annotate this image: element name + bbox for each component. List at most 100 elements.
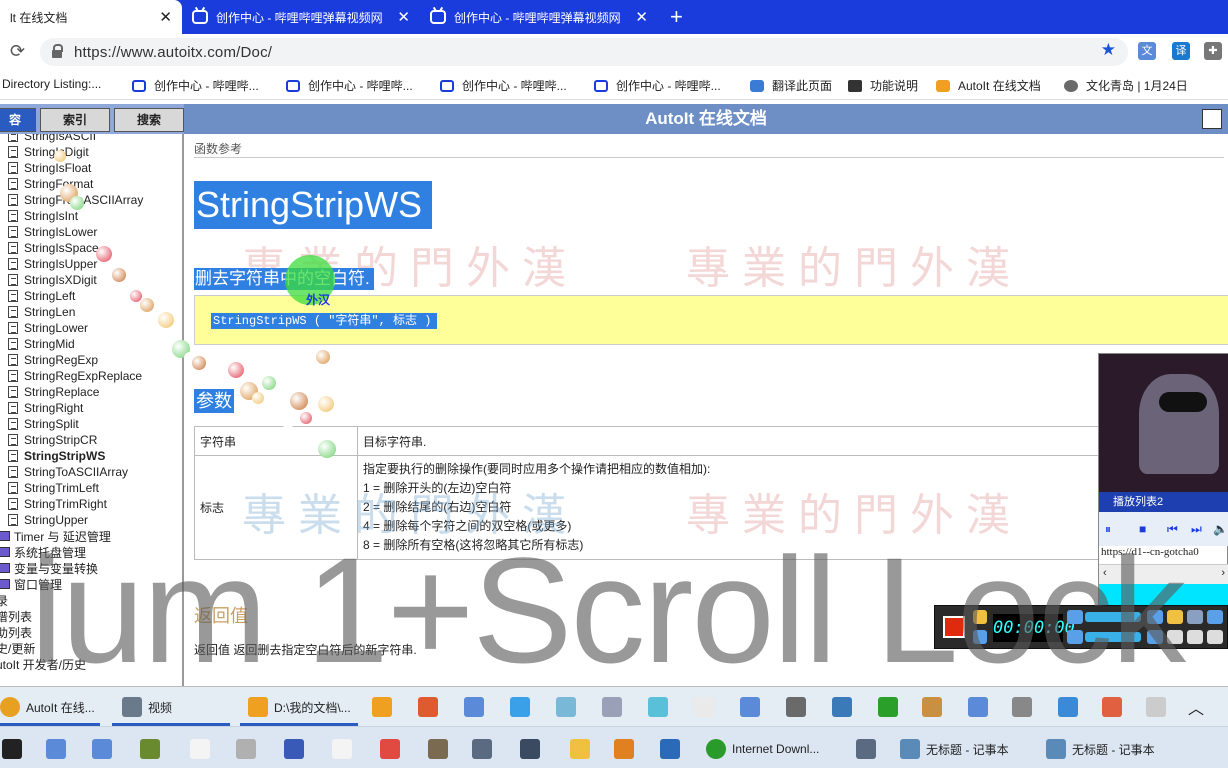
app-icon[interactable] — [190, 739, 210, 759]
tab-autoit-docs[interactable]: lt 在线文档 ✕ — [0, 0, 182, 34]
taskbar-item-video[interactable]: 视频 — [122, 697, 172, 717]
tree-item[interactable]: StringMid — [8, 336, 75, 352]
app-icon[interactable] — [464, 697, 484, 717]
app-icon[interactable] — [648, 697, 668, 717]
tab-contents[interactable]: 容 — [0, 108, 36, 132]
taskbar-item-notepad-1[interactable]: 无标题 - 记事本 — [900, 739, 1009, 759]
tree-item[interactable]: StringLen — [8, 304, 75, 320]
app-icon[interactable] — [856, 739, 876, 759]
app-icon[interactable] — [380, 739, 400, 759]
tab-index[interactable]: 索引 — [40, 108, 110, 132]
tree-item[interactable]: StringReplace — [8, 384, 99, 400]
tree-item[interactable]: StringTrimLeft — [8, 480, 99, 496]
url-text[interactable]: https://www.autoitx.com/Doc/ — [74, 44, 272, 61]
app-icon[interactable] — [284, 739, 304, 759]
tree-item[interactable]: StringRegExp — [8, 352, 98, 368]
app-icon[interactable] — [92, 739, 112, 759]
app-icon[interactable] — [140, 739, 160, 759]
tree-item[interactable]: StringTrimRight — [8, 496, 107, 512]
close-icon[interactable]: ✕ — [159, 8, 172, 26]
app-icon[interactable] — [740, 697, 760, 717]
breadcrumb[interactable]: 函数参考 — [194, 140, 242, 157]
tree-item[interactable]: 录 — [0, 592, 8, 608]
bookmark-bilibili-1[interactable]: 创作中心 - 哔哩哔... — [132, 77, 259, 94]
tree-item[interactable]: StringRegExpReplace — [8, 368, 142, 384]
app-icon[interactable] — [614, 739, 634, 759]
app-icon[interactable] — [878, 697, 898, 717]
tree-item[interactable]: StringLower — [8, 320, 88, 336]
app-icon[interactable] — [694, 697, 714, 717]
taskbar-item-autoit-docs[interactable]: AutoIt 在线... — [0, 697, 95, 717]
app-icon[interactable] — [1012, 697, 1032, 717]
bookmark-bilibili-4[interactable]: 创作中心 - 哔哩哔... — [594, 77, 721, 94]
tree-item[interactable]: StringIsXDigit — [8, 272, 97, 288]
address-bar[interactable]: https://www.autoitx.com/Doc/ — [40, 38, 1128, 66]
tree-item[interactable]: StringStripWS — [8, 448, 105, 464]
bookmark-feature-description[interactable]: 功能说明 — [848, 77, 918, 94]
tree-item[interactable]: StringIsASCII — [8, 134, 96, 144]
next-icon[interactable]: ⏭ — [1191, 522, 1202, 537]
tree-item[interactable]: StringIsLower — [8, 224, 97, 240]
taskbar-item-notepad-2[interactable]: 无标题 - 记事本 — [1046, 739, 1155, 759]
app-icon[interactable] — [556, 697, 576, 717]
app-icon[interactable] — [472, 739, 492, 759]
app-icon[interactable] — [660, 739, 680, 759]
tree-item[interactable]: StringRight — [8, 400, 83, 416]
app-icon[interactable] — [236, 739, 256, 759]
window-icon[interactable] — [1187, 630, 1203, 644]
app-icon[interactable] — [418, 697, 438, 717]
tree-item[interactable]: StringStripCR — [8, 432, 97, 448]
tree-item[interactable]: StringToASCIIArray — [8, 464, 128, 480]
tree-item[interactable]: 助列表 — [0, 624, 32, 640]
taskbar-item-internet-download[interactable]: Internet Downl... — [706, 739, 819, 759]
tree-item[interactable]: StringFormat — [8, 176, 93, 192]
app-icon[interactable] — [510, 697, 530, 717]
taskbar-item-documents-folder[interactable]: D:\我的文档\... — [248, 697, 351, 717]
bookmark-bilibili-3[interactable]: 创作中心 - 哔哩哔... — [440, 77, 567, 94]
gear-icon[interactable] — [1187, 610, 1203, 624]
app-icon[interactable] — [372, 697, 392, 717]
app-icon[interactable] — [832, 697, 852, 717]
app-icon[interactable] — [602, 697, 622, 717]
tree-item[interactable]: StringIsUpper — [8, 256, 97, 272]
extensions-puzzle-icon[interactable]: ✚ — [1204, 42, 1222, 60]
close-icon[interactable]: ✕ — [635, 8, 648, 26]
app-icon[interactable] — [520, 739, 540, 759]
volume-icon[interactable]: 🔈 — [1213, 522, 1228, 536]
chevron-up-icon[interactable]: ︿ — [1188, 695, 1204, 719]
lock-icon[interactable] — [52, 44, 63, 58]
scroll-right-icon[interactable]: › — [1221, 567, 1225, 579]
app-icon[interactable] — [570, 739, 590, 759]
tree-item[interactable]: StringSplit — [8, 416, 79, 432]
tab-bilibili-2[interactable]: 创作中心 - 哔哩哔哩弹幕视频网 ✕ — [420, 0, 658, 34]
bookmark-star-icon[interactable]: ★ — [1101, 40, 1116, 60]
app-icon[interactable] — [1102, 697, 1122, 717]
tree-item[interactable]: StringIsDigit — [8, 144, 89, 160]
close-icon[interactable]: ✕ — [397, 8, 410, 26]
playlist-label[interactable]: 播放列表2 — [1099, 492, 1228, 512]
reload-icon[interactable]: ⟳ — [10, 41, 25, 62]
bookmark-autoit-docs[interactable]: AutoIt 在线文档 — [936, 77, 1041, 94]
bookmark-translate-page[interactable]: 翻译此页面 — [750, 77, 832, 94]
bookmark-directory-listing[interactable]: Directory Listing:... — [2, 77, 101, 91]
tree-item[interactable]: 谱列表 — [0, 608, 32, 624]
tree-item[interactable]: StringLeft — [8, 288, 75, 304]
video-preview[interactable] — [1099, 354, 1228, 492]
tab-search[interactable]: 搜索 — [114, 108, 184, 132]
arrow-icon[interactable] — [1207, 610, 1223, 624]
app-icon[interactable] — [46, 739, 66, 759]
bookmark-wenhua-qingdao[interactable]: 文化青岛 | 1月24日 — [1064, 77, 1188, 94]
tree-item[interactable]: StringIsSpace — [8, 240, 99, 256]
new-tab-button[interactable]: + — [670, 4, 683, 30]
tab-bilibili-1[interactable]: 创作中心 - 哔哩哔哩弹幕视频网 ✕ — [182, 0, 420, 34]
screen-icon[interactable] — [1207, 630, 1223, 644]
app-icon[interactable] — [332, 739, 352, 759]
translator-icon[interactable]: 译 — [1172, 42, 1190, 60]
print-icon[interactable] — [1202, 109, 1222, 129]
app-icon[interactable] — [786, 697, 806, 717]
tree-item[interactable]: StringIsFloat — [8, 160, 91, 176]
app-icon[interactable] — [968, 697, 988, 717]
app-icon[interactable] — [1058, 697, 1078, 717]
translate-extension-icon[interactable]: 文 — [1138, 42, 1156, 60]
app-icon[interactable] — [2, 739, 22, 759]
